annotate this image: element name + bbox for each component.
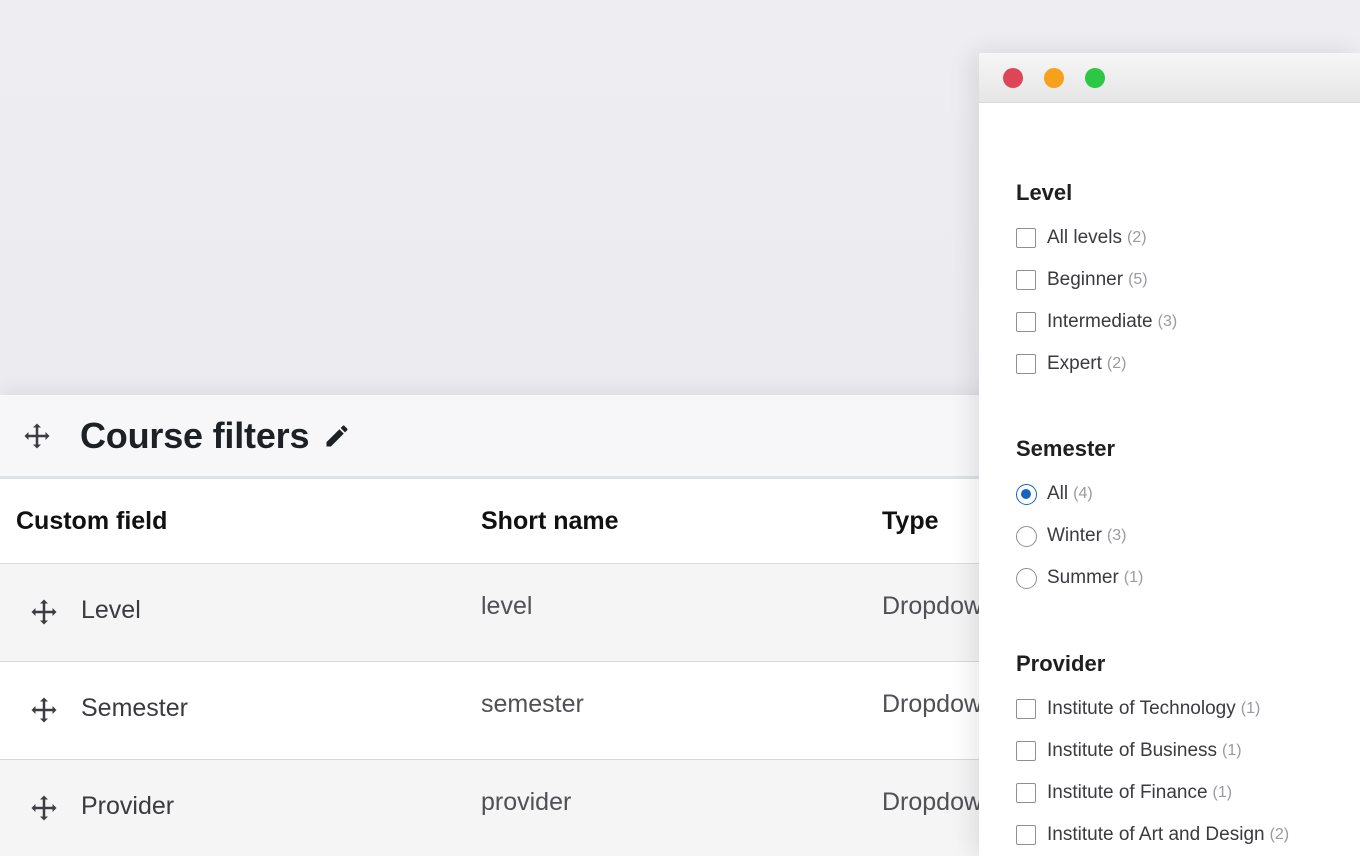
option-label: Institute of Technology xyxy=(1047,698,1236,719)
column-header-custom-field[interactable]: Custom field xyxy=(16,507,167,536)
cell-custom-field: Provider xyxy=(81,792,175,820)
table-row: Level level Dropdown xyxy=(0,564,1000,662)
filter-option[interactable]: All levels (2) xyxy=(1016,227,1147,249)
page-title: Course filters xyxy=(80,414,310,456)
option-label: Intermediate xyxy=(1047,311,1153,332)
option-count: (2) xyxy=(1269,826,1290,843)
radio-button-selected[interactable] xyxy=(1016,483,1037,505)
option-count: (1) xyxy=(1212,784,1233,801)
column-header-type[interactable]: Type xyxy=(882,507,939,536)
option-label: Beginner xyxy=(1047,269,1124,290)
radio-button[interactable] xyxy=(1016,525,1037,547)
cell-short-name: provider xyxy=(481,788,572,816)
table-header: Custom field Short name Type xyxy=(0,479,1000,564)
option-label: Institute of Business xyxy=(1047,740,1218,761)
option-count: (3) xyxy=(1157,313,1178,330)
window-titlebar xyxy=(979,53,1360,103)
table-row: Semester semester Dropdown xyxy=(0,662,1000,760)
option-count: (5) xyxy=(1128,271,1148,288)
table-row: Provider provider Dropdown xyxy=(0,760,1000,856)
panel-header: Course filters xyxy=(0,395,1000,479)
option-label: All xyxy=(1047,483,1069,504)
filter-group-title-semester: Semester xyxy=(1016,436,1116,461)
filter-option[interactable]: Intermediate (3) xyxy=(1016,311,1177,333)
filter-option[interactable]: Expert (2) xyxy=(1016,353,1126,375)
filter-option[interactable]: Summer (1) xyxy=(1016,567,1143,589)
drag-handle-icon[interactable] xyxy=(29,597,59,627)
option-label: Institute of Art and Design xyxy=(1047,824,1265,845)
checkbox[interactable] xyxy=(1016,741,1036,761)
option-count: (2) xyxy=(1126,229,1147,246)
window-close-button[interactable] xyxy=(1003,67,1023,88)
filter-option[interactable]: Winter (3) xyxy=(1016,525,1126,547)
option-count: (1) xyxy=(1240,700,1261,717)
checkbox[interactable] xyxy=(1016,228,1036,248)
option-label: Winter xyxy=(1047,525,1102,546)
checkbox[interactable] xyxy=(1016,312,1036,332)
option-count: (1) xyxy=(1123,569,1144,586)
filter-preview-window: Level All levels (2) Beginner (5) Interm… xyxy=(979,53,1360,856)
window-minimize-button[interactable] xyxy=(1044,67,1064,88)
cell-custom-field: Semester xyxy=(81,694,188,722)
option-count: (1) xyxy=(1222,742,1242,759)
cell-short-name: semester xyxy=(481,690,584,718)
move-icon[interactable] xyxy=(22,421,52,451)
drag-handle-icon[interactable] xyxy=(29,793,59,823)
option-count: (3) xyxy=(1106,527,1127,544)
filter-option[interactable]: All (4) xyxy=(1016,483,1093,505)
filter-option[interactable]: Beginner (5) xyxy=(1016,269,1148,291)
filter-group-title-level: Level xyxy=(1016,180,1073,205)
option-count: (2) xyxy=(1106,355,1127,372)
background: Course filters Custom field Short name T… xyxy=(0,0,1360,856)
column-header-short-name[interactable]: Short name xyxy=(481,507,619,536)
drag-handle-icon[interactable] xyxy=(29,695,59,725)
option-label: Institute of Finance xyxy=(1047,782,1208,803)
checkbox[interactable] xyxy=(1016,354,1036,374)
window-zoom-button[interactable] xyxy=(1085,67,1105,88)
option-label: Summer xyxy=(1047,567,1119,588)
checkbox[interactable] xyxy=(1016,699,1036,719)
edit-pencil-icon[interactable] xyxy=(321,420,353,452)
cell-custom-field: Level xyxy=(81,596,141,624)
filter-option[interactable]: Institute of Technology (1) xyxy=(1016,698,1260,720)
cell-short-name: level xyxy=(481,592,533,620)
checkbox[interactable] xyxy=(1016,825,1036,845)
filter-group-title-provider: Provider xyxy=(1016,651,1106,676)
course-filters-panel: Course filters Custom field Short name T… xyxy=(0,395,1000,856)
filter-option[interactable]: Institute of Finance (1) xyxy=(1016,782,1232,804)
checkbox[interactable] xyxy=(1016,270,1036,290)
checkbox[interactable] xyxy=(1016,783,1036,803)
option-label: Expert xyxy=(1047,353,1102,374)
radio-button[interactable] xyxy=(1016,567,1037,589)
option-count: (4) xyxy=(1073,485,1093,502)
option-label: All levels xyxy=(1047,227,1122,248)
filter-option[interactable]: Institute of Art and Design (2) xyxy=(1016,824,1289,846)
filter-option[interactable]: Institute of Business (1) xyxy=(1016,740,1242,762)
